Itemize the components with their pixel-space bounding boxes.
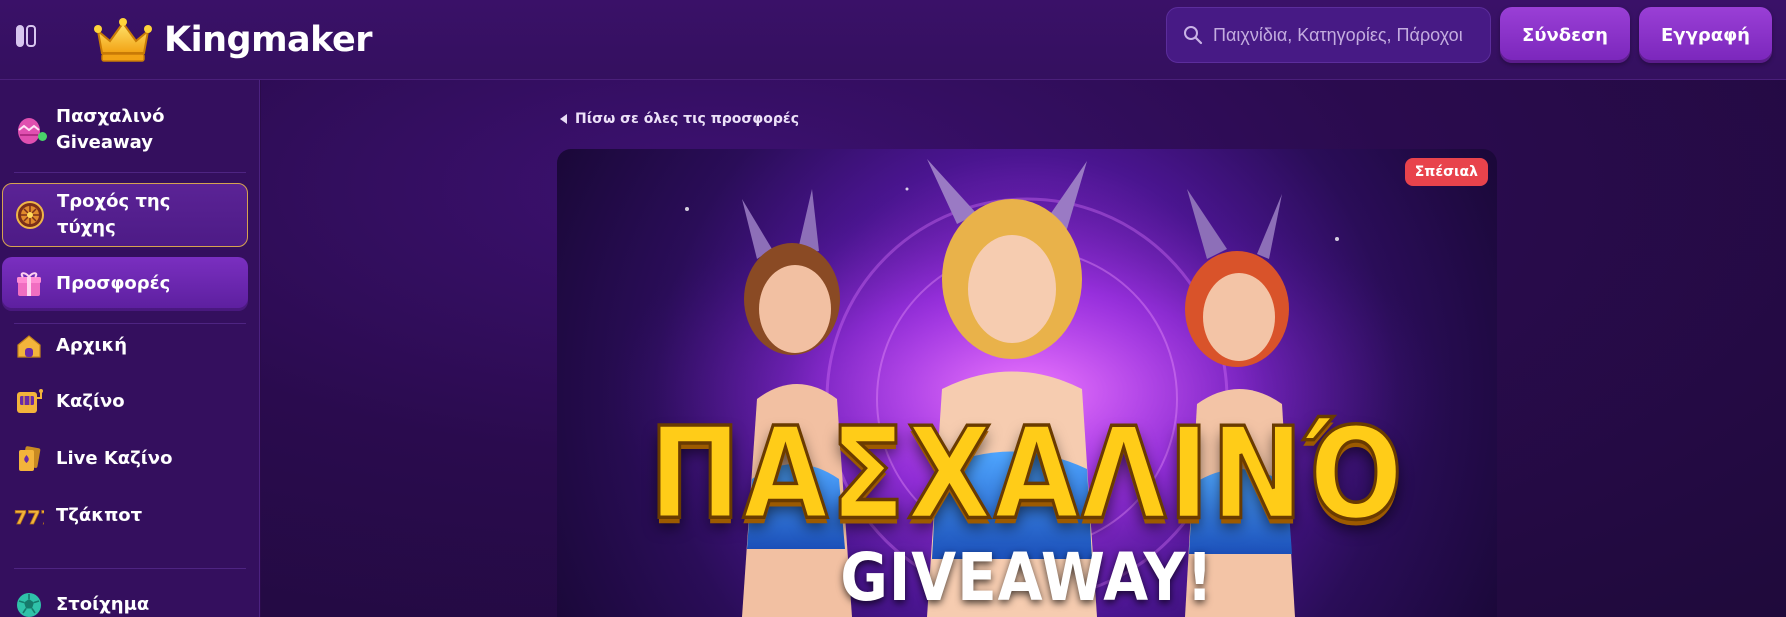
- sidebar-item-casino[interactable]: Καζίνο: [0, 382, 250, 422]
- sidebar-item-sports-betting[interactable]: Στοίχημα: [0, 585, 250, 617]
- sidebar-item-label: Στοίχημα: [56, 594, 150, 615]
- sidebar-item-label: Καζίνο: [56, 391, 125, 412]
- soccer-ball-icon: [14, 590, 44, 617]
- back-arrow-icon: [560, 114, 567, 124]
- sidebar-item-jackpot[interactable]: 777 Τζάκποτ: [0, 496, 250, 536]
- sidebar-item-label: Αρχική: [56, 335, 128, 356]
- sidebar-item-label: Live Καζίνο: [56, 448, 173, 469]
- special-badge: Σπέσιαλ: [1404, 158, 1488, 186]
- home-icon: [14, 331, 44, 361]
- sidebar-toggle-pane-right: [26, 25, 36, 47]
- crown-icon: [94, 18, 152, 62]
- wheel-of-fortune-icon: [15, 200, 45, 230]
- register-button[interactable]: Εγγραφή: [1639, 7, 1772, 63]
- slot-machine-icon: [14, 387, 44, 417]
- gift-icon: [14, 269, 44, 299]
- back-to-offers-link[interactable]: Πίσω σε όλες τις προσφορές: [560, 111, 799, 127]
- login-button[interactable]: Σύνδεση: [1500, 7, 1630, 63]
- sidebar-toggle-icon[interactable]: [16, 24, 42, 48]
- sidebar-divider: [14, 323, 246, 324]
- sidebar-item-live-casino[interactable]: Live Καζίνο: [0, 439, 250, 479]
- new-indicator-dot: [38, 132, 47, 141]
- sidebar-item-home[interactable]: Αρχική: [0, 326, 250, 366]
- search-box[interactable]: [1166, 7, 1491, 63]
- sidebar-divider: [14, 172, 246, 173]
- main-content: Πίσω σε όλες τις προσφορές Σπέσιαλ ΠΑΣΧΑ…: [261, 80, 1786, 617]
- sidebar-toggle-pane-left: [16, 25, 24, 47]
- sidebar-divider: [14, 568, 246, 569]
- sidebar-item-label: Πασχαλινό Giveaway: [56, 106, 165, 153]
- search-icon: [1184, 26, 1203, 45]
- sidebar-item-wheel-of-fortune[interactable]: Τροχός της τύχης: [2, 183, 248, 247]
- sidebar-item-label: Τροχός της τύχης: [57, 191, 171, 238]
- top-bar: Kingmaker Σύνδεση Εγγραφή: [0, 0, 1786, 80]
- sidebar-item-easter-giveaway[interactable]: Πασχαλινό Giveaway: [0, 102, 250, 158]
- brand-name: Kingmaker: [164, 20, 373, 60]
- promo-banner[interactable]: Σπέσιαλ ΠΑΣΧΑΛΙΝΌ GIVEAWAY!: [557, 149, 1497, 617]
- svg-text:777: 777: [14, 507, 44, 529]
- sidebar: Πασχαλινό Giveaway Τροχός της τύχης Προσ…: [0, 80, 260, 617]
- playing-card-icon: [14, 444, 44, 474]
- sidebar-item-label: Προσφορές: [56, 273, 171, 294]
- sidebar-item-label: Τζάκποτ: [56, 505, 143, 526]
- 777-jackpot-icon: 777: [14, 501, 44, 531]
- brand-logo[interactable]: Kingmaker: [92, 10, 373, 70]
- back-link-label: Πίσω σε όλες τις προσφορές: [575, 111, 799, 127]
- banner-subtitle: GIVEAWAY!: [840, 539, 1214, 616]
- search-input[interactable]: [1213, 24, 1490, 46]
- sidebar-item-promotions[interactable]: Προσφορές: [2, 257, 248, 311]
- banner-title: ΠΑΣΧΑΛΙΝΌ: [647, 400, 1406, 548]
